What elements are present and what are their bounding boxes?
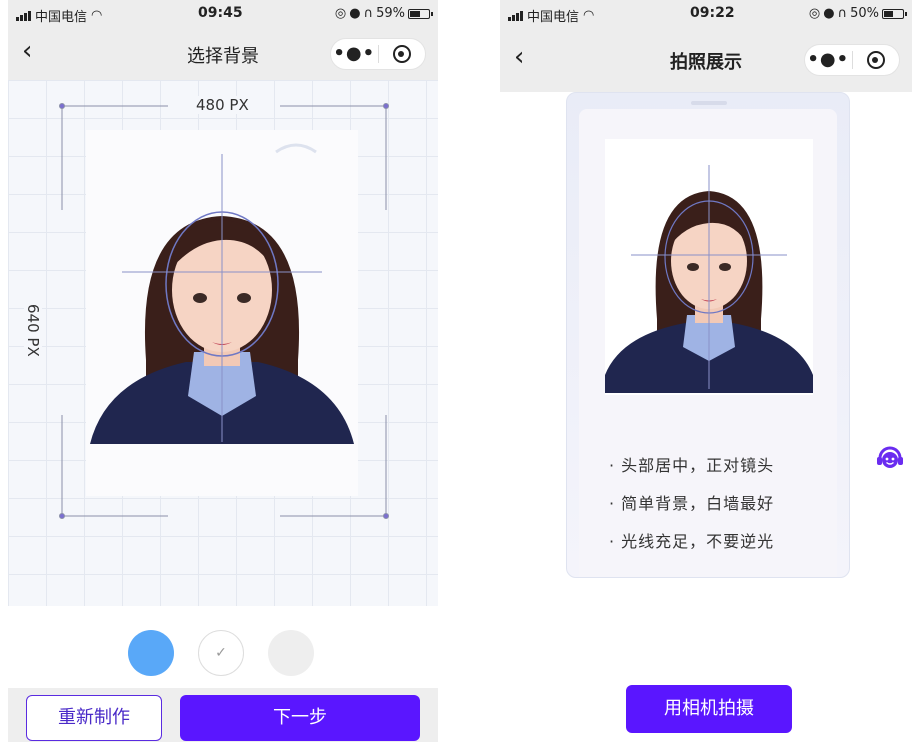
headphone-icon: ∩	[837, 6, 848, 21]
portrait-illustration	[86, 130, 358, 496]
miniprogram-capsule: •●•	[330, 38, 426, 70]
more-icon[interactable]: •●•	[805, 45, 852, 75]
alarm-icon: ●	[349, 6, 361, 21]
signal-icon	[508, 10, 523, 21]
status-bar: 中国电信 ◠ 09:45 ◎ ● ∩ 59%	[8, 0, 438, 26]
status-time: 09:45	[198, 5, 243, 21]
close-miniprogram-button[interactable]	[379, 45, 426, 63]
next-step-button[interactable]: 下一步	[180, 695, 420, 741]
sample-portrait-illustration	[605, 165, 813, 393]
battery-info: ◎ ● ∩ 59%	[334, 6, 433, 21]
carrier-info: 中国电信 ◠	[16, 6, 102, 25]
tip-item: · 光线充足，不要逆光	[609, 532, 775, 551]
redo-button[interactable]: 重新制作	[26, 695, 162, 741]
height-label: 640 PX	[24, 298, 42, 363]
carrier-name: 中国电信	[527, 10, 580, 25]
phone-notch	[691, 101, 727, 105]
status-bar: 中国电信 ◠ 09:22 ◎ ● ∩ 50%	[500, 0, 912, 26]
battery-percent: 59%	[376, 6, 405, 21]
photo-tips: · 头部居中，正对镜头 · 简单背景，白墙最好 · 光线充足，不要逆光	[609, 447, 774, 561]
status-time: 09:22	[690, 5, 735, 21]
id-photo-preview	[86, 130, 358, 496]
tip-item: · 简单背景，白墙最好	[609, 494, 775, 513]
nav-bar: ‹ 拍照展示 •●•	[500, 26, 912, 92]
carrier-name: 中国电信	[35, 10, 88, 25]
phone-mockup: · 头部居中，正对镜头 · 简单背景，白墙最好 · 光线充足，不要逆光	[566, 92, 850, 578]
alarm-icon: ●	[823, 6, 835, 21]
signal-icon	[16, 10, 31, 21]
background-option-gray[interactable]	[268, 630, 314, 676]
background-color-options: ✓	[128, 630, 314, 676]
target-icon	[866, 51, 885, 69]
customer-service-icon[interactable]	[874, 442, 906, 474]
more-icon[interactable]: •●•	[331, 39, 378, 69]
target-icon	[392, 45, 411, 63]
carrier-info: 中国电信 ◠	[508, 6, 594, 25]
photo-preview-area: 480 PX 640 PX	[8, 80, 438, 606]
check-icon: ✓	[215, 645, 227, 661]
battery-percent: 50%	[850, 6, 879, 21]
nav-bar: ‹ 选择背景 •●•	[8, 26, 438, 80]
bottom-action-bar: 重新制作 下一步	[8, 688, 438, 742]
close-miniprogram-button[interactable]	[853, 51, 900, 69]
take-photo-with-camera-button[interactable]: 用相机拍摄	[626, 685, 792, 733]
background-option-white[interactable]: ✓	[198, 630, 244, 676]
width-label: 480 PX	[190, 96, 255, 114]
battery-icon	[882, 8, 907, 19]
wifi-icon: ◠	[91, 8, 103, 23]
choose-background-screen: 中国电信 ◠ 09:45 ◎ ● ∩ 59% ‹ 选择背景 •●• 480 PX…	[8, 0, 438, 742]
battery-icon	[408, 8, 433, 19]
photo-guide-screen: 中国电信 ◠ 09:22 ◎ ● ∩ 50% ‹ 拍照展示 •●• · 头部居中…	[500, 0, 912, 742]
tip-item: · 头部居中，正对镜头	[609, 456, 775, 475]
location-icon: ◎	[334, 6, 347, 21]
sample-id-photo	[605, 139, 813, 395]
miniprogram-capsule: •●•	[804, 44, 900, 76]
headphone-icon: ∩	[363, 6, 374, 21]
background-option-blue[interactable]	[128, 630, 174, 676]
phone-screen: · 头部居中，正对镜头 · 简单背景，白墙最好 · 光线充足，不要逆光	[579, 109, 837, 577]
battery-info: ◎ ● ∩ 50%	[808, 6, 907, 21]
wifi-icon: ◠	[583, 8, 595, 23]
location-icon: ◎	[808, 6, 821, 21]
